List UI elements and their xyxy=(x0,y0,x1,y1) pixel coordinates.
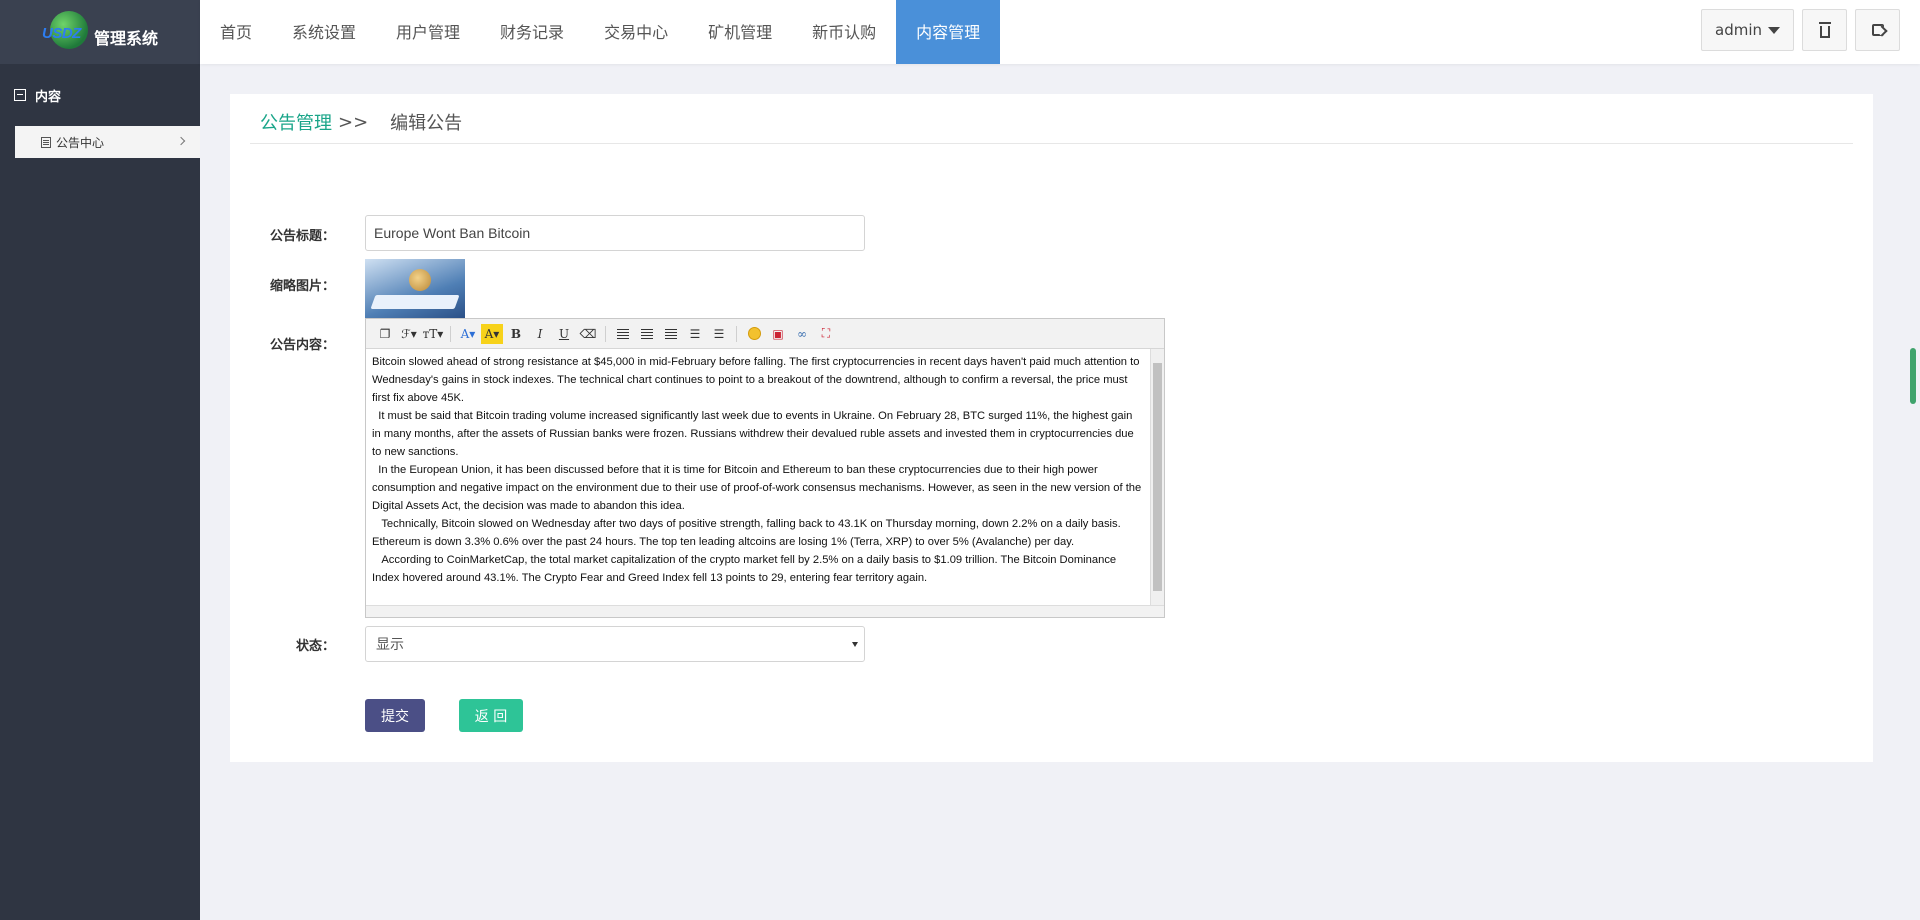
sidebar-section-label: 内容 xyxy=(35,89,62,105)
fullscreen-icon[interactable]: ⛶ xyxy=(815,324,837,344)
top-right-actions: admin xyxy=(1701,9,1900,51)
username: admin xyxy=(1715,21,1762,39)
eraser-icon[interactable]: ⌫ xyxy=(577,324,599,344)
user-menu-button[interactable]: admin xyxy=(1701,9,1794,51)
logout-button[interactable] xyxy=(1855,9,1900,51)
unordered-list-icon[interactable]: ☰ xyxy=(708,324,730,344)
sidebar-item-label: 公告中心 xyxy=(56,135,105,150)
editor-toolbar: ❐ ℱ▾ тT▾ A▾ A▾ B I U ⌫ ☰ ☰ ▣ ∞ ⛶ xyxy=(366,319,1164,349)
editor-resize-handle[interactable] xyxy=(366,605,1164,617)
status-select[interactable]: 显示 xyxy=(365,626,865,662)
rich-text-editor[interactable]: ❐ ℱ▾ тT▾ A▾ A▾ B I U ⌫ ☰ ☰ ▣ ∞ ⛶ Bitcoin… xyxy=(365,318,1165,618)
nav-content-management[interactable]: 内容管理 xyxy=(896,0,1001,64)
content-label: 公告内容： xyxy=(269,338,335,353)
sidebar: USDZ 管理系统 内容 公告中心 xyxy=(0,0,200,920)
divider xyxy=(250,143,1853,144)
nav-home[interactable]: 首页 xyxy=(200,0,272,64)
logout-icon xyxy=(1871,24,1884,36)
breadcrumb-parent-link[interactable]: 公告管理 xyxy=(260,109,332,135)
ordered-list-icon[interactable]: ☰ xyxy=(684,324,706,344)
align-right-icon[interactable] xyxy=(660,324,682,344)
content-paragraph: Bitcoin slowed ahead of strong resistanc… xyxy=(372,356,1143,404)
document-icon xyxy=(41,136,51,148)
editor-content[interactable]: Bitcoin slowed ahead of strong resistanc… xyxy=(366,349,1150,605)
page-scrollbar[interactable] xyxy=(1910,348,1916,404)
breadcrumb-separator: >> xyxy=(338,111,369,133)
bold-icon[interactable]: B xyxy=(505,324,527,344)
font-size-icon[interactable]: тT▾ xyxy=(422,324,444,344)
font-color-icon[interactable]: A▾ xyxy=(457,324,479,344)
status-label: 状态： xyxy=(295,639,335,654)
nav-new-coin-subscription[interactable]: 新币认购 xyxy=(792,0,896,64)
nav-system-settings[interactable]: 系统设置 xyxy=(272,0,376,64)
title-input[interactable] xyxy=(365,215,865,251)
trash-icon xyxy=(1818,21,1831,38)
emoji-icon[interactable] xyxy=(743,324,765,344)
breadcrumb: 公告管理 >> 编辑公告 xyxy=(260,109,462,135)
main-nav: 首页 系统设置 用户管理 财务记录 交易中心 矿机管理 新币认购 内容管理 xyxy=(200,0,1920,64)
submit-button[interactable]: 提交 xyxy=(365,699,425,732)
underline-icon[interactable]: U xyxy=(553,324,575,344)
source-icon[interactable]: ❐ xyxy=(374,324,396,344)
content-paragraph: In the European Union, it has been discu… xyxy=(372,464,1145,512)
nav-miner-management[interactable]: 矿机管理 xyxy=(688,0,792,64)
nav-user-management[interactable]: 用户管理 xyxy=(376,0,480,64)
dropdown-arrow-icon xyxy=(852,642,858,647)
font-family-icon[interactable]: ℱ▾ xyxy=(398,324,420,344)
status-value: 显示 xyxy=(376,637,404,653)
edit-announcement-panel: 公告管理 >> 编辑公告 公告标题： 缩略图片： 公告内容： ❐ ℱ▾ тT▾ … xyxy=(230,94,1873,762)
image-icon[interactable]: ▣ xyxy=(767,324,789,344)
highlight-icon[interactable]: A▾ xyxy=(481,323,503,344)
editor-scrollbar[interactable] xyxy=(1150,349,1164,605)
align-center-icon[interactable] xyxy=(636,324,658,344)
align-left-icon[interactable] xyxy=(612,324,634,344)
logo[interactable]: USDZ 管理系统 xyxy=(0,0,200,64)
breadcrumb-current: 编辑公告 xyxy=(390,113,463,134)
top-navbar: 首页 系统设置 用户管理 财务记录 交易中心 矿机管理 新币认购 内容管理 ad… xyxy=(200,0,1920,64)
title-label: 公告标题： xyxy=(269,229,335,244)
thumbnail-label: 缩略图片： xyxy=(269,279,335,294)
link-icon[interactable]: ∞ xyxy=(791,324,813,344)
content-paragraph: Technically, Bitcoin slowed on Wednesday… xyxy=(372,518,1124,548)
chevron-right-icon xyxy=(176,136,186,146)
sidebar-section-content[interactable]: 内容 xyxy=(0,64,200,126)
content-paragraph: According to CoinMarketCap, the total ma… xyxy=(372,554,1120,584)
italic-icon[interactable]: I xyxy=(529,324,551,344)
sidebar-item-announcement-center[interactable]: 公告中心 xyxy=(15,126,200,158)
collapse-icon xyxy=(14,89,26,101)
back-button[interactable]: 返 回 xyxy=(459,699,523,732)
thumbnail-image[interactable] xyxy=(365,259,465,319)
content-paragraph: It must be said that Bitcoin trading vol… xyxy=(372,410,1137,458)
nav-trading-center[interactable]: 交易中心 xyxy=(584,0,688,64)
clear-cache-button[interactable] xyxy=(1802,9,1847,51)
caret-down-icon xyxy=(1768,26,1780,34)
globe-logo-icon: USDZ xyxy=(42,11,88,53)
nav-finance-records[interactable]: 财务记录 xyxy=(480,0,584,64)
logo-title: 管理系统 xyxy=(93,29,158,48)
